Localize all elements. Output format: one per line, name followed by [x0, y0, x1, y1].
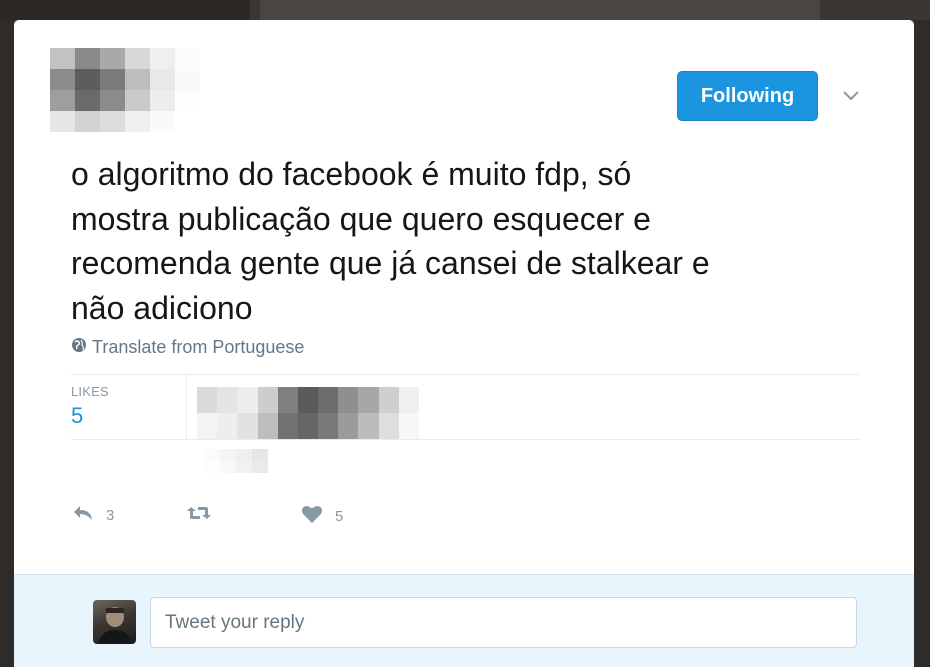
background-panel	[914, 20, 930, 667]
pixelated-fragment	[204, 449, 268, 473]
translate-label: Translate from Portuguese	[92, 336, 305, 357]
pixelated-avatar	[50, 48, 200, 132]
globe-icon	[71, 337, 87, 358]
likes-count[interactable]: 5	[71, 403, 83, 429]
chevron-down-icon[interactable]	[839, 84, 863, 108]
like-action[interactable]: 5	[301, 504, 343, 528]
tweet-text-line: não adiciono	[71, 289, 253, 326]
reply-composer	[14, 574, 914, 667]
reply-action[interactable]: 3	[72, 504, 114, 526]
reply-input[interactable]	[150, 597, 857, 648]
tweet-modal: Following o algoritmo do facebook é muit…	[14, 20, 914, 667]
tweet-text-line: recomenda gente que já cansei de stalkea…	[71, 245, 710, 281]
background-panel	[0, 20, 14, 667]
stats-divider	[186, 375, 187, 439]
reply-icon	[72, 504, 94, 526]
background-panel	[0, 0, 250, 20]
tweet-text-line: mostra publicação que quero esquecer e	[71, 200, 651, 237]
background-panel	[260, 0, 820, 20]
stats-divider	[71, 374, 859, 375]
heart-icon	[301, 504, 323, 528]
stats-divider	[71, 439, 859, 440]
like-count: 5	[335, 507, 344, 525]
reply-count: 3	[106, 506, 115, 524]
tweet-text: o algoritmo do facebook é muito fdp, só …	[71, 152, 871, 330]
translate-link[interactable]: Translate from Portuguese	[71, 336, 304, 358]
retweet-icon	[186, 504, 212, 526]
tweet-text-line: o algoritmo do facebook é muito fdp, só	[71, 156, 632, 192]
likes-label: LIKES	[71, 384, 109, 399]
following-button[interactable]: Following	[677, 71, 818, 121]
retweet-action[interactable]	[186, 504, 212, 526]
pixelated-likers	[197, 387, 419, 439]
avatar	[93, 600, 136, 644]
